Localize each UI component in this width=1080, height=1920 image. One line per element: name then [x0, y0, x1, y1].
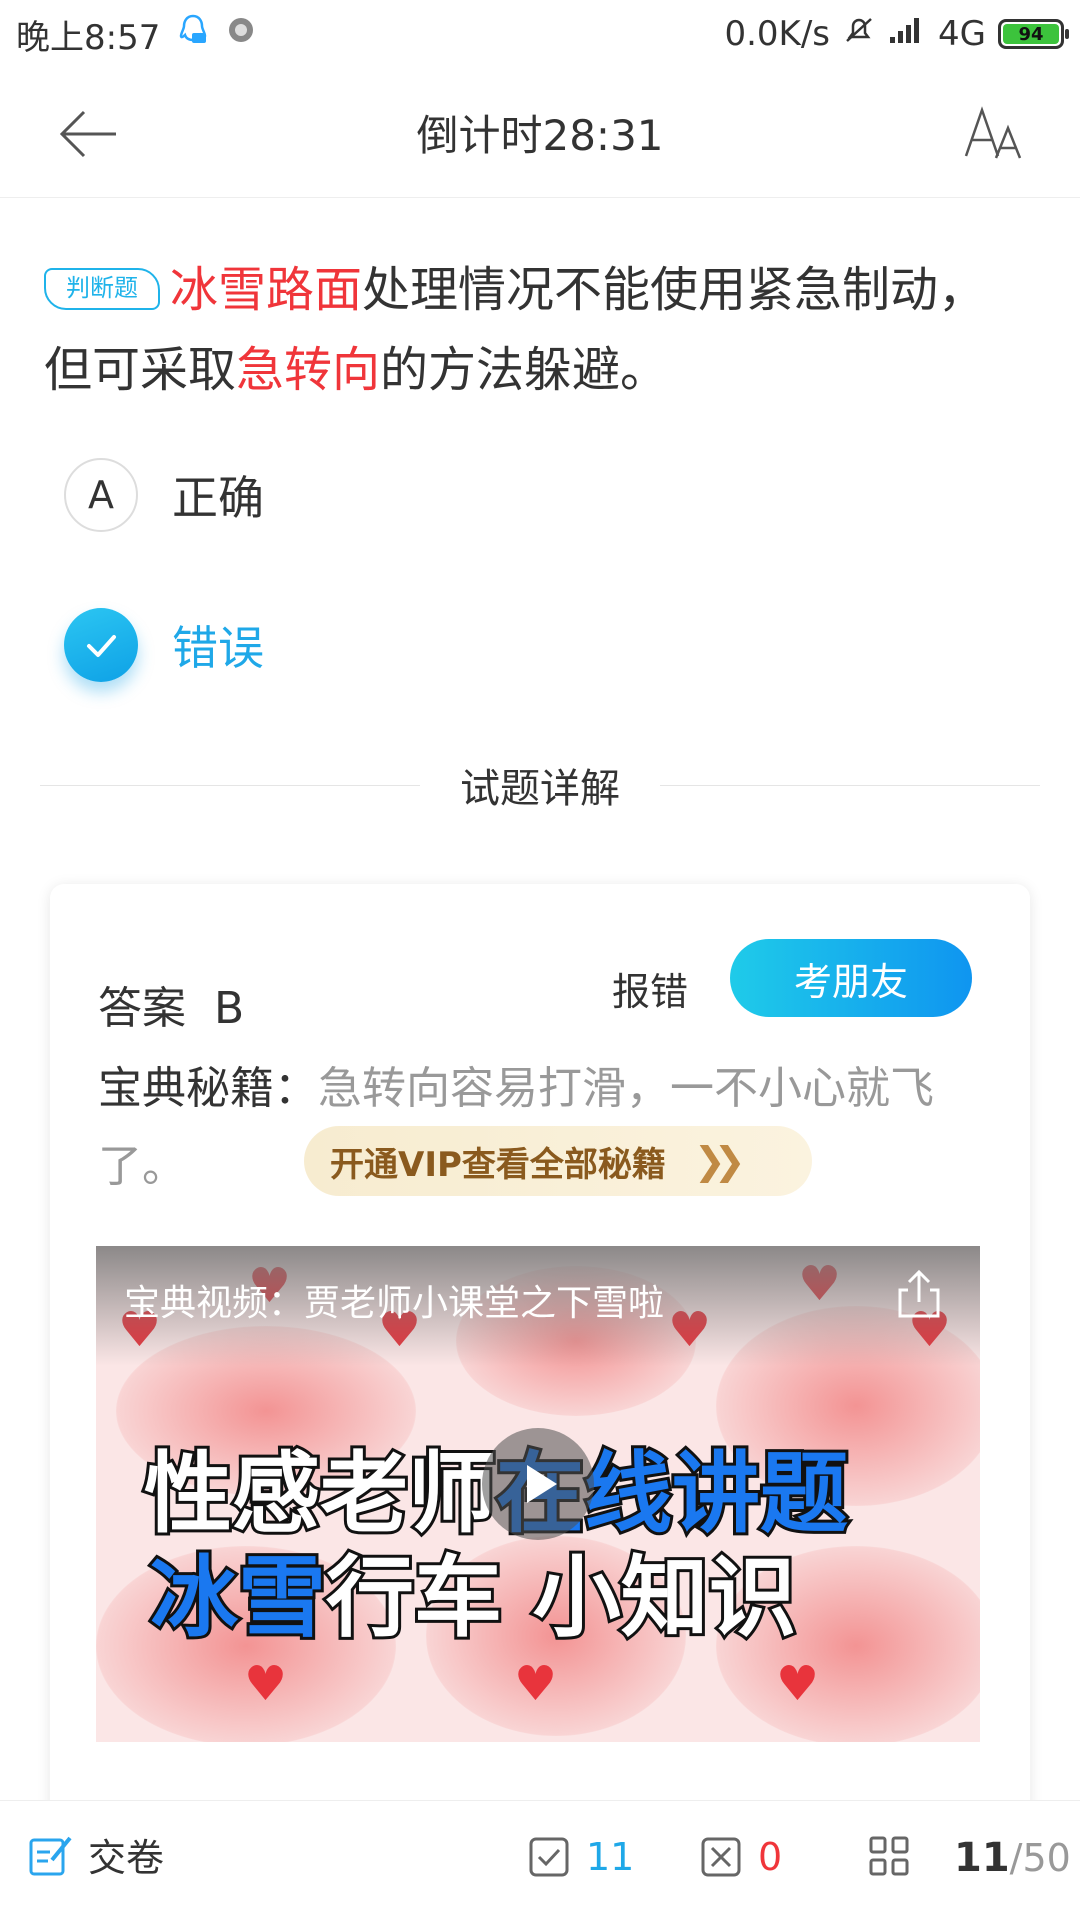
option-a[interactable]: A 正确 [64, 458, 264, 532]
record-icon [226, 14, 256, 54]
font-size-icon [964, 106, 1022, 159]
status-time: 晚上8:57 [16, 17, 161, 58]
heart-icon: ♥ [244, 1656, 288, 1712]
report-error-button[interactable]: 报错 [612, 954, 688, 1030]
qq-notification-icon [176, 13, 210, 56]
mute-icon [842, 13, 876, 56]
explanation-divider: 试题详解 [40, 750, 1040, 820]
question-progress[interactable]: 11/50 [868, 1835, 1071, 1881]
vip-button-label: 开通VIP查看全部秘籍 [330, 1144, 666, 1185]
secret-label: 宝典秘籍： [98, 1063, 318, 1114]
heart-icon: ♥ [514, 1656, 558, 1712]
checkbox-icon [529, 1837, 569, 1877]
countdown-title: 倒计时28:31 [416, 111, 664, 160]
submit-label: 交卷 [88, 1836, 165, 1880]
signal-icon [888, 14, 926, 54]
wrong-count: 0 [758, 1835, 783, 1879]
question-text-part: 的方法躲避。 [380, 342, 669, 398]
share-icon[interactable] [894, 1268, 944, 1320]
banner-text: 冰雪 [147, 1545, 329, 1651]
current-question: 11 [954, 1835, 1010, 1881]
video-title: 宝典视频：贾老师小课堂之下雪啦 [124, 1283, 665, 1324]
back-button[interactable] [56, 104, 120, 164]
answer-value: B [213, 983, 245, 1034]
divider-line [660, 784, 1040, 786]
option-label: 错误 [172, 621, 264, 675]
x-box-icon [701, 1837, 741, 1877]
banner-text: 行车 小知识 [323, 1545, 800, 1651]
correct-count-stat: 11 [528, 1835, 634, 1879]
header: 倒计时28:31 [0, 68, 1080, 198]
banner-text: 性感老师 [141, 1441, 499, 1547]
keyword-highlight: 冰雪路面 [170, 262, 363, 318]
option-letter: A [64, 458, 138, 532]
vip-unlock-button[interactable]: 开通VIP查看全部秘籍 ❯❯ [304, 1126, 812, 1196]
play-icon [527, 1465, 557, 1503]
question-text: 判断题 冰雪路面处理情况不能使用紧急制动，但可采取急转向的方法躲避。 [44, 250, 1034, 410]
explanation-card: 答案 B 报错 考朋友 宝典秘籍：急转向容易打滑，一不小心就飞了。 开通VIP查… [50, 884, 1030, 1824]
double-chevron-right-icon: ❯❯ [693, 1139, 746, 1183]
correct-count: 11 [586, 1835, 635, 1879]
check-icon [64, 608, 138, 682]
arrow-left-icon [59, 110, 116, 158]
grid-icon [869, 1836, 909, 1876]
question-type-tag: 判断题 [44, 268, 160, 310]
network-speed: 0.0K/s [724, 14, 831, 54]
wrong-count-stat: 0 [700, 1835, 782, 1879]
network-type: 4G [938, 14, 986, 54]
video-banner-line-2: 冰雪行车 小知识 [147, 1545, 800, 1651]
heart-icon: ♥ [776, 1656, 820, 1712]
status-bar: 晚上8:57 0.0K/s 4G 94 [0, 0, 1080, 68]
play-button[interactable] [482, 1428, 594, 1540]
battery-icon: 94 [998, 19, 1069, 49]
answer-row: 答案 B [98, 972, 244, 1036]
font-size-button[interactable] [962, 102, 1026, 166]
keyword-highlight: 急转向 [236, 342, 381, 398]
explanation-heading: 试题详解 [460, 766, 620, 812]
answer-label: 答案 [98, 983, 186, 1034]
video-player[interactable]: ♥ ♥ ♥ ♥ ♥ ♥ ♥ ♥ ♥ 宝典视频：贾老师小课堂之下雪啦 性感老师在线… [96, 1246, 980, 1742]
edit-paper-icon [29, 1836, 72, 1875]
divider-line [40, 784, 420, 786]
submit-exam-button[interactable]: 交卷 [28, 1827, 164, 1882]
quiz-friend-button[interactable]: 考朋友 [730, 939, 972, 1017]
battery-level: 94 [1003, 24, 1059, 45]
option-label: 正确 [172, 471, 264, 525]
total-questions: /50 [1009, 1836, 1071, 1880]
option-b[interactable]: 错误 [64, 608, 264, 682]
bottom-bar: 交卷 11 0 11/50 [0, 1800, 1080, 1920]
